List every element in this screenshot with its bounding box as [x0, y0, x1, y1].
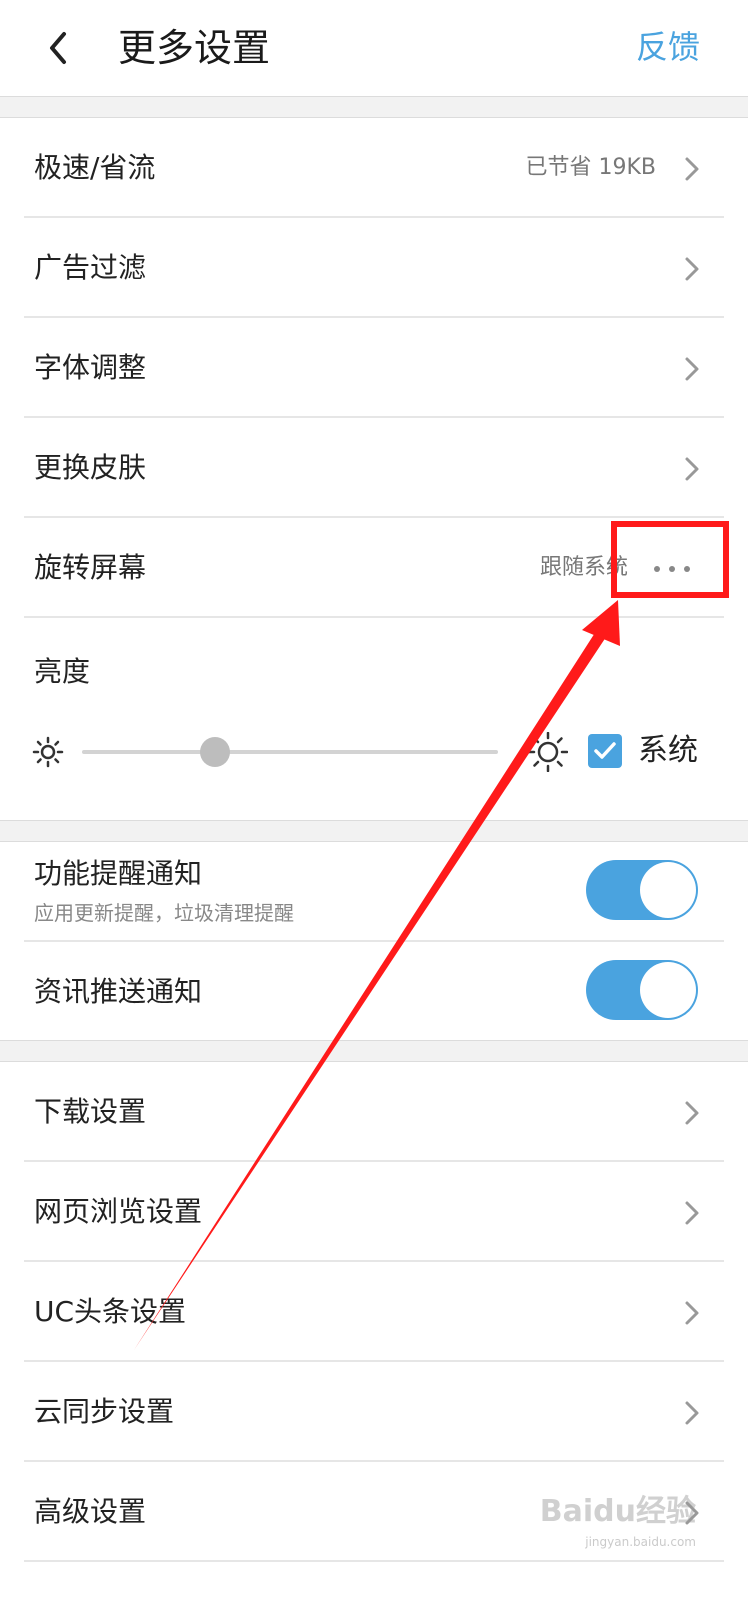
watermark-logo: Baidu经验 [539, 1494, 696, 1529]
annotation-arrow [134, 600, 620, 1350]
watermark-url: jingyan.baidu.com [585, 1535, 696, 1549]
